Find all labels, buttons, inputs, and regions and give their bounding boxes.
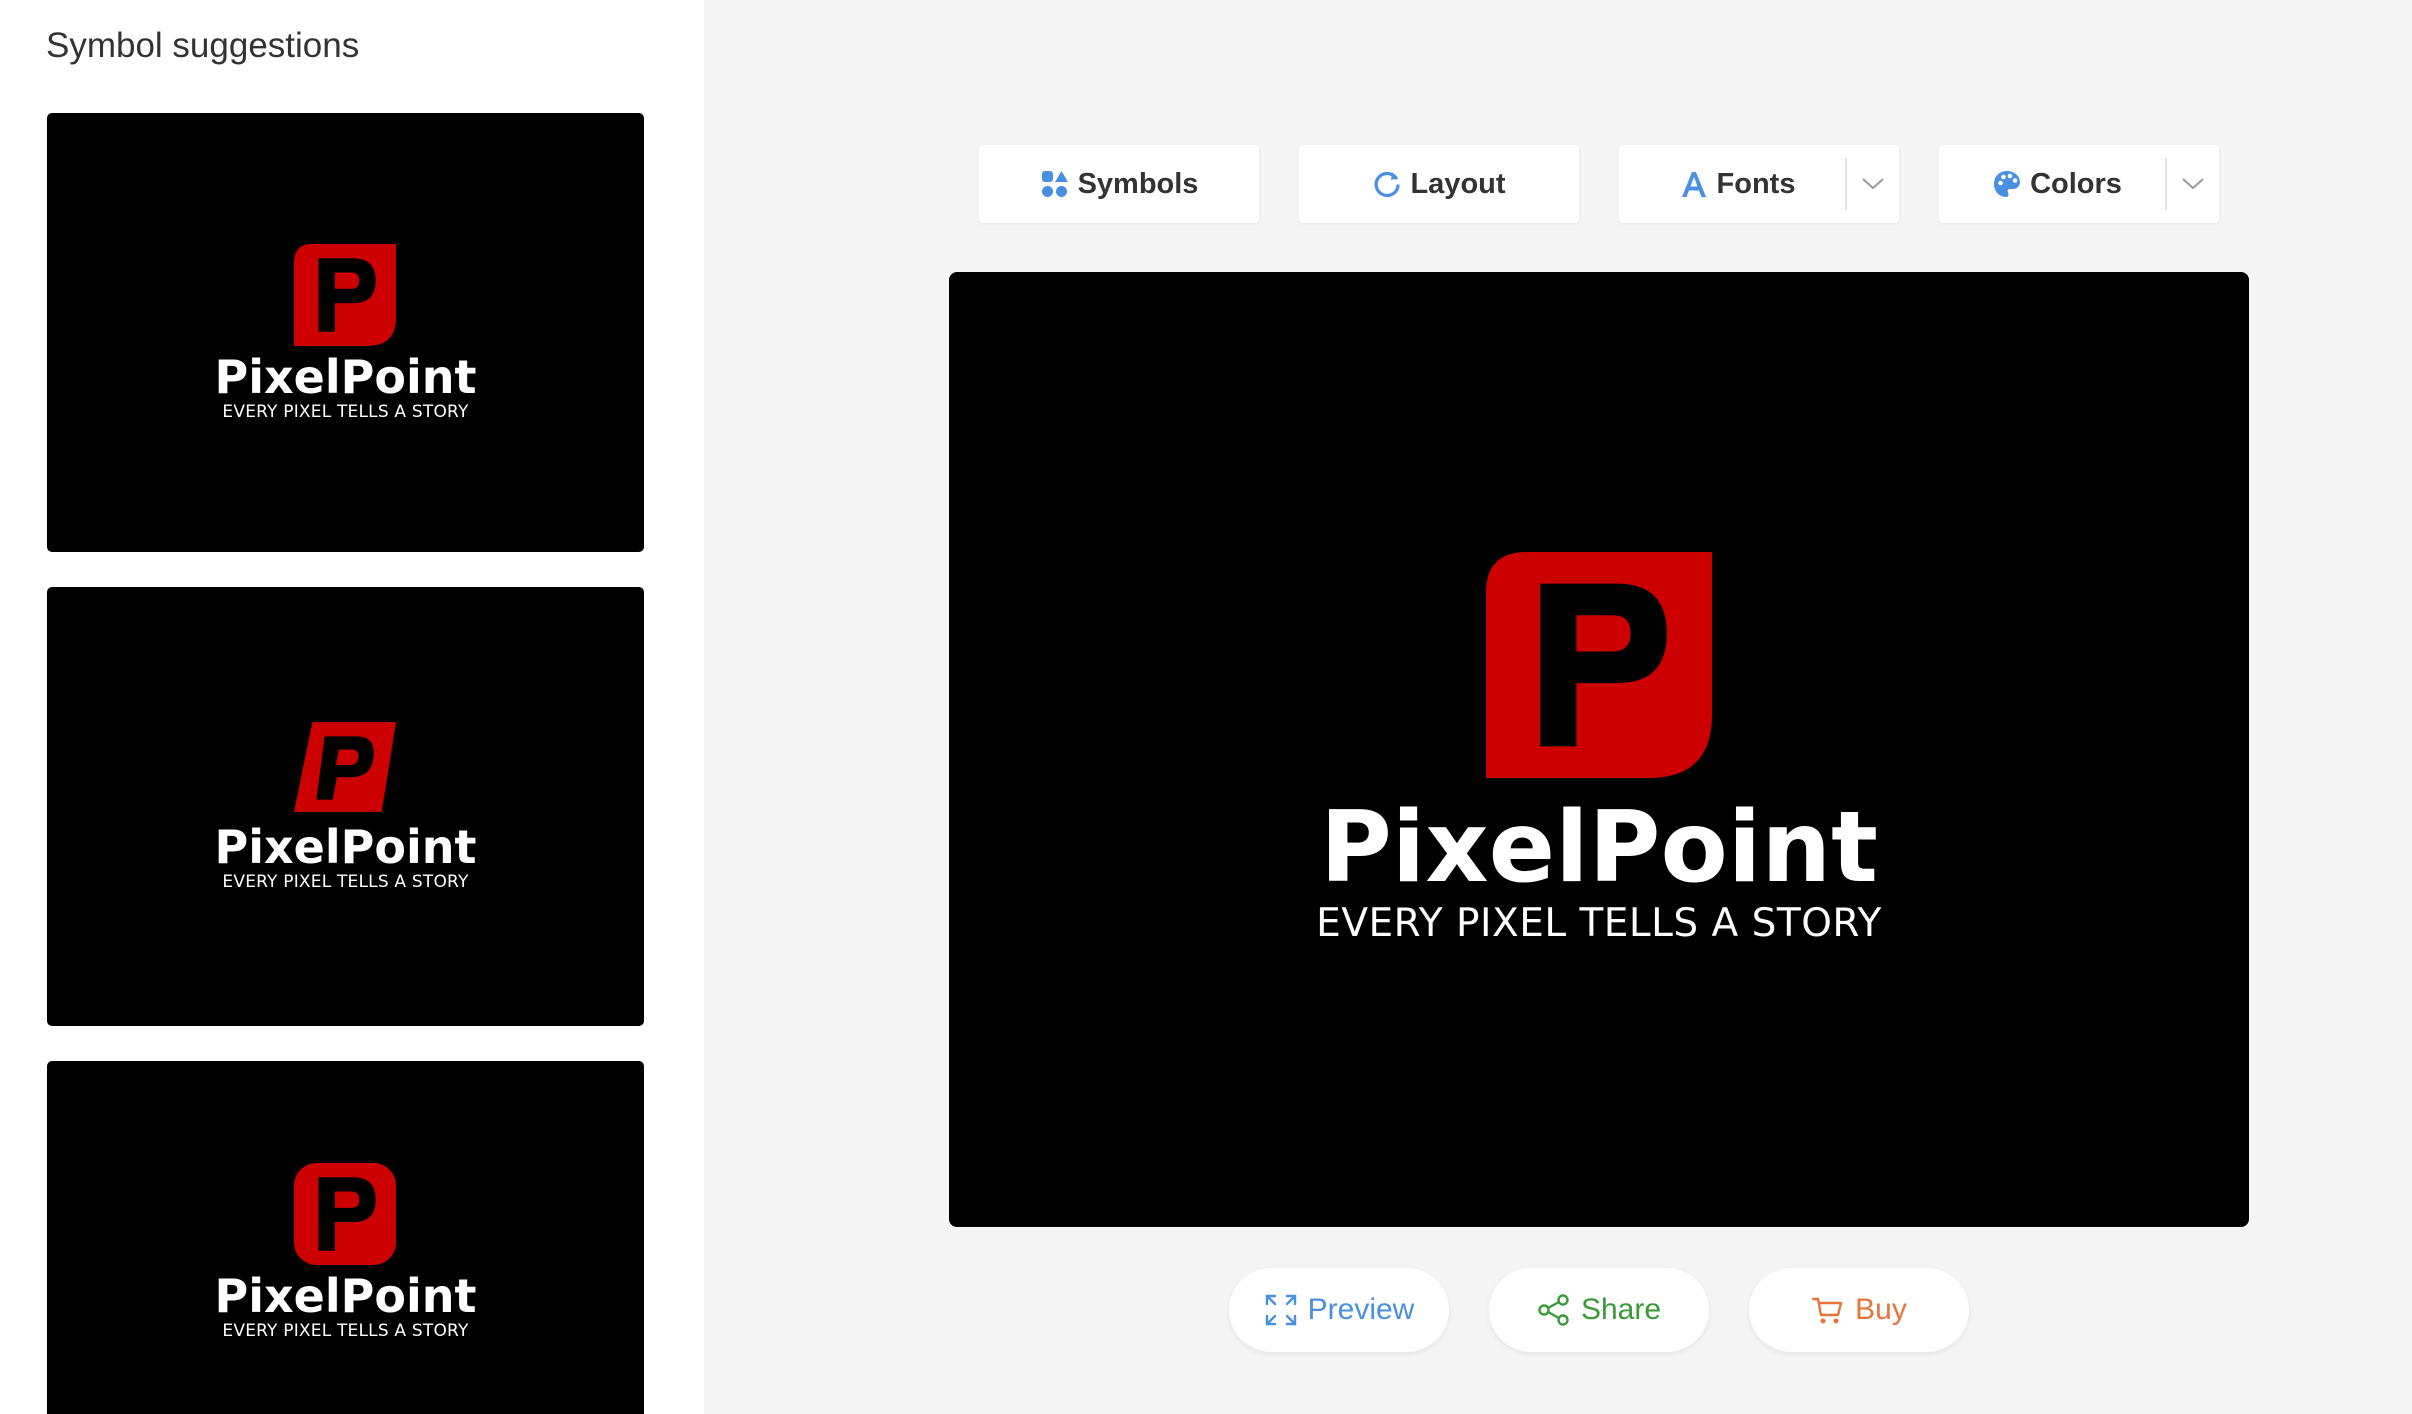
refresh-icon: [1374, 171, 1401, 198]
suggestion-card[interactable]: PixelPoint EVERY PIXEL TELLS A STORY: [47, 587, 644, 1026]
share-icon: [1538, 1294, 1569, 1326]
share-button[interactable]: Share: [1489, 1268, 1709, 1352]
brand-tagline: EVERY PIXEL TELLS A STORY: [222, 871, 469, 892]
cart-icon: [1811, 1297, 1843, 1324]
p-leaf-icon: [294, 243, 397, 346]
sidebar-title: Symbol suggestions: [46, 26, 360, 65]
palette-icon: [1994, 171, 2021, 197]
suggestion-card[interactable]: PixelPoint EVERY PIXEL TELLS A STORY: [47, 1061, 644, 1414]
suggestion-card[interactable]: PixelPoint EVERY PIXEL TELLS A STORY: [47, 113, 644, 552]
fonts-button[interactable]: Fonts: [1619, 145, 1899, 223]
brand-tagline: EVERY PIXEL TELLS A STORY: [1316, 900, 1882, 946]
fonts-main[interactable]: Fonts: [1619, 145, 1845, 223]
logo-canvas: PixelPoint EVERY PIXEL TELLS A STORY: [949, 272, 2249, 1227]
p-rounded-icon: [294, 1163, 397, 1265]
p-slanted-icon: [294, 721, 397, 812]
layout-label: Layout: [1410, 167, 1506, 200]
buy-label: Buy: [1855, 1293, 1907, 1326]
colors-dropdown-caret[interactable]: [2167, 145, 2219, 223]
logo-lockup: PixelPoint EVERY PIXEL TELLS A STORY: [1316, 551, 1882, 948]
expand-icon: [1265, 1294, 1296, 1326]
brand-name: PixelPoint: [214, 1269, 477, 1323]
brand-tagline: EVERY PIXEL TELLS A STORY: [222, 401, 469, 422]
fonts-label: Fonts: [1716, 167, 1796, 200]
buy-button[interactable]: Buy: [1749, 1268, 1969, 1352]
symbols-button[interactable]: Symbols: [979, 145, 1259, 223]
brand-name: PixelPoint: [1319, 790, 1879, 905]
preview-button[interactable]: Preview: [1229, 1268, 1449, 1352]
preview-label: Preview: [1307, 1293, 1415, 1326]
colors-main[interactable]: Colors: [1939, 145, 2165, 223]
share-label: Share: [1580, 1293, 1662, 1326]
logo-lockup: PixelPoint EVERY PIXEL TELLS A STORY: [214, 1163, 477, 1341]
font-a-icon: [1681, 172, 1706, 197]
symbols-label: Symbols: [1077, 167, 1199, 200]
brand-name: PixelPoint: [214, 349, 477, 404]
colors-label: Colors: [2030, 167, 2122, 200]
logo-lockup: PixelPoint EVERY PIXEL TELLS A STORY: [214, 721, 477, 892]
symbols-icon: [1041, 171, 1068, 197]
chevron-down-icon: [1862, 178, 1884, 190]
layout-button[interactable]: Layout: [1299, 145, 1579, 223]
p-leaf-icon: [1486, 551, 1712, 778]
sidebar: Symbol suggestions PixelPoint EVERY PIXE…: [0, 0, 704, 1414]
colors-button[interactable]: Colors: [1939, 145, 2219, 223]
fonts-dropdown-caret[interactable]: [1847, 145, 1899, 223]
logo-lockup: PixelPoint EVERY PIXEL TELLS A STORY: [214, 243, 477, 422]
brand-tagline: EVERY PIXEL TELLS A STORY: [222, 1321, 469, 1341]
chevron-down-icon: [2182, 178, 2204, 190]
brand-name: PixelPoint: [214, 819, 477, 874]
